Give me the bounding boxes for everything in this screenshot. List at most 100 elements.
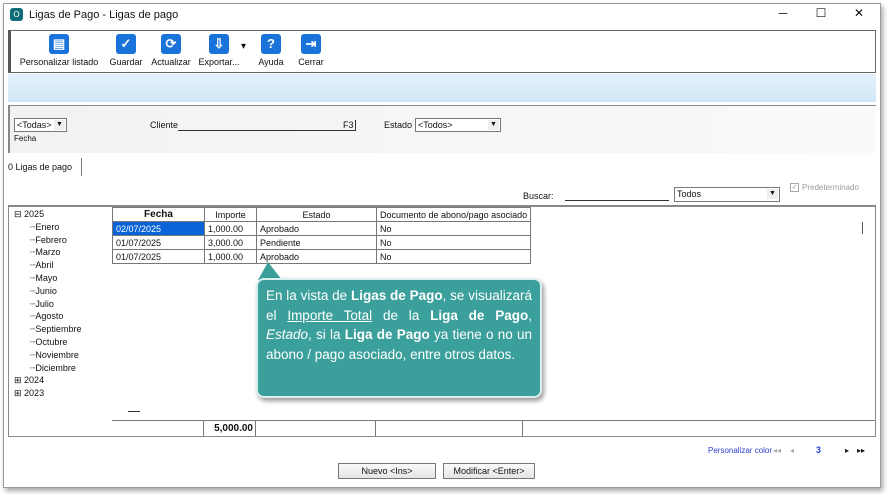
- month-label: Marzo: [35, 247, 61, 258]
- nuevo-button[interactable]: Nuevo <Ins>: [338, 463, 436, 479]
- fecha-label: Fecha: [14, 134, 37, 143]
- table-row[interactable]: 01/07/2025 1,000.00 Aprobado No: [112, 249, 532, 264]
- month-label: Noviembre: [35, 349, 79, 360]
- row-marker: [128, 411, 140, 412]
- col-documento[interactable]: Documento de abono/pago asociado: [375, 207, 532, 222]
- year-label: 2023: [24, 388, 45, 399]
- estado-value: <Todos>: [418, 120, 453, 130]
- ayuda-button[interactable]: ? Ayuda: [254, 34, 288, 67]
- modificar-button[interactable]: Modificar <Enter>: [443, 463, 535, 479]
- personalizar-listado-button[interactable]: ▤ Personalizar listado: [17, 34, 101, 67]
- guardar-button[interactable]: ✓ Guardar: [107, 34, 145, 67]
- tree-year-2025[interactable]: ⊟ 2025: [14, 208, 81, 221]
- next-page-button[interactable]: ▸: [845, 446, 849, 455]
- tree-month[interactable]: ┈Junio: [14, 285, 81, 298]
- table-cell[interactable]: No: [375, 249, 532, 264]
- totals-row: 5,000.00: [112, 420, 875, 436]
- prev-page-button[interactable]: ◂: [790, 446, 794, 455]
- tree-month[interactable]: ┈Mayo: [14, 272, 81, 285]
- fecha-select[interactable]: <Todas> ▼: [14, 118, 67, 132]
- filter-panel: <Todas> ▼ Fecha Cliente F3 Estado <Todos>…: [8, 105, 876, 153]
- tree-month[interactable]: ┈Septiembre: [14, 323, 81, 336]
- table-cell[interactable]: No: [375, 235, 532, 250]
- tree-year-2024[interactable]: ⊞ 2024: [14, 374, 81, 387]
- info-band: [8, 74, 876, 102]
- tree-month[interactable]: ┈Enero: [14, 221, 81, 234]
- table-row[interactable]: 02/07/2025 1,000.00 Aprobado No: [112, 221, 532, 236]
- tree-month[interactable]: ┈Julio: [14, 298, 81, 311]
- help-icon: ?: [261, 34, 281, 54]
- table-row[interactable]: 01/07/2025 3,000.00 Pendiente No: [112, 235, 532, 250]
- table-cell[interactable]: No: [375, 221, 532, 236]
- cerrar-button[interactable]: ⇥ Cerrar: [294, 34, 328, 67]
- last-page-button[interactable]: ▸▸: [857, 446, 865, 455]
- scrollbar[interactable]: [862, 222, 863, 234]
- tree-year-2023[interactable]: ⊞ 2023: [14, 387, 81, 400]
- button-label: Cerrar: [298, 57, 324, 67]
- month-label: Junio: [35, 285, 57, 296]
- button-label: Personalizar listado: [19, 57, 99, 67]
- check-icon: ✓: [116, 34, 136, 54]
- button-label: Guardar: [109, 57, 143, 67]
- table-cell[interactable]: 01/07/2025: [112, 249, 205, 264]
- col-importe[interactable]: Importe: [204, 207, 257, 222]
- tree-month[interactable]: ┈Diciembre: [14, 362, 81, 375]
- scope-value: Todos: [677, 189, 702, 199]
- exit-icon: ⇥: [301, 34, 321, 54]
- table-cell[interactable]: 1,000.00: [204, 221, 257, 236]
- refresh-icon: ⟳: [161, 34, 181, 54]
- minimize-button[interactable]: ─: [773, 6, 793, 20]
- chevron-down-icon: ▼: [767, 189, 778, 199]
- button-label: Exportar...: [198, 57, 240, 67]
- tree-month[interactable]: ┈Agosto: [14, 310, 81, 323]
- table-cell[interactable]: 1,000.00: [204, 249, 257, 264]
- window-title: Ligas de Pago - Ligas de pago: [29, 8, 179, 21]
- tree-month[interactable]: ┈Abril: [14, 259, 81, 272]
- month-label: Septiembre: [35, 324, 82, 335]
- toolbar: ▤ Personalizar listado ✓ Guardar ⟳ Actualiz…: [8, 30, 876, 73]
- exportar-button[interactable]: ⇩ Exportar...: [197, 34, 241, 67]
- ligas-table: Fecha Importe Estado Documento de abono/…: [112, 207, 532, 264]
- col-estado[interactable]: Estado: [256, 207, 377, 222]
- table-cell[interactable]: 01/07/2025: [112, 235, 205, 250]
- buscar-label: Buscar:: [523, 191, 554, 201]
- buscar-input[interactable]: [565, 189, 669, 201]
- predeterminado-checkbox[interactable]: ✓ Predeterminado: [790, 183, 859, 192]
- page-number: 3: [816, 445, 822, 455]
- maximize-button[interactable]: ☐: [811, 6, 831, 20]
- button-label: Actualizar: [151, 57, 191, 67]
- cliente-label: Cliente: [150, 120, 179, 130]
- personalizar-color-link[interactable]: Personalizar color: [708, 446, 772, 455]
- year-label: 2025: [24, 209, 45, 219]
- export-icon: ⇩: [209, 34, 229, 54]
- table-cell[interactable]: 02/07/2025: [112, 221, 205, 236]
- tree-month[interactable]: ┈Noviembre: [14, 349, 81, 362]
- buscar-scope-select[interactable]: Todos ▼: [674, 187, 780, 202]
- first-page-button[interactable]: ◂◂: [773, 446, 781, 455]
- chevron-down-icon: ▼: [488, 120, 499, 130]
- month-label: Diciembre: [35, 362, 76, 373]
- chevron-down-icon: ▼: [54, 120, 65, 130]
- tree-month[interactable]: ┈Marzo: [14, 246, 81, 259]
- month-label: Febrero: [35, 234, 67, 245]
- table-cell[interactable]: Aprobado: [256, 221, 377, 236]
- checkbox-icon: ✓: [790, 183, 799, 192]
- estado-select[interactable]: <Todos> ▼: [415, 118, 501, 132]
- col-fecha[interactable]: Fecha: [112, 207, 205, 222]
- export-dropdown-icon[interactable]: ▾: [241, 41, 246, 52]
- table-cell[interactable]: Pendiente: [256, 235, 377, 250]
- close-button[interactable]: ✕: [849, 6, 869, 20]
- tree-month[interactable]: ┈Octubre: [14, 336, 81, 349]
- estado-label: Estado: [384, 120, 413, 130]
- list-settings-icon: ▤: [49, 34, 69, 54]
- tab-ligas-de-pago[interactable]: 0 Ligas de pago: [8, 158, 82, 176]
- cliente-input[interactable]: [178, 119, 342, 131]
- tree-month[interactable]: ┈Febrero: [14, 234, 81, 247]
- f3-button[interactable]: F3: [342, 120, 356, 131]
- actualizar-button[interactable]: ⟳ Actualizar: [149, 34, 193, 67]
- table-cell[interactable]: 3,000.00: [204, 235, 257, 250]
- date-tree: ⊟ 2025 ┈Enero ┈Febrero ┈Marzo ┈Abril ┈Mayo ┈J…: [14, 208, 81, 400]
- predeterminado-label: Predeterminado: [802, 183, 859, 192]
- info-callout: En la vista de Ligas de Pago, se visuali…: [256, 278, 542, 398]
- month-label: Enero: [35, 221, 60, 232]
